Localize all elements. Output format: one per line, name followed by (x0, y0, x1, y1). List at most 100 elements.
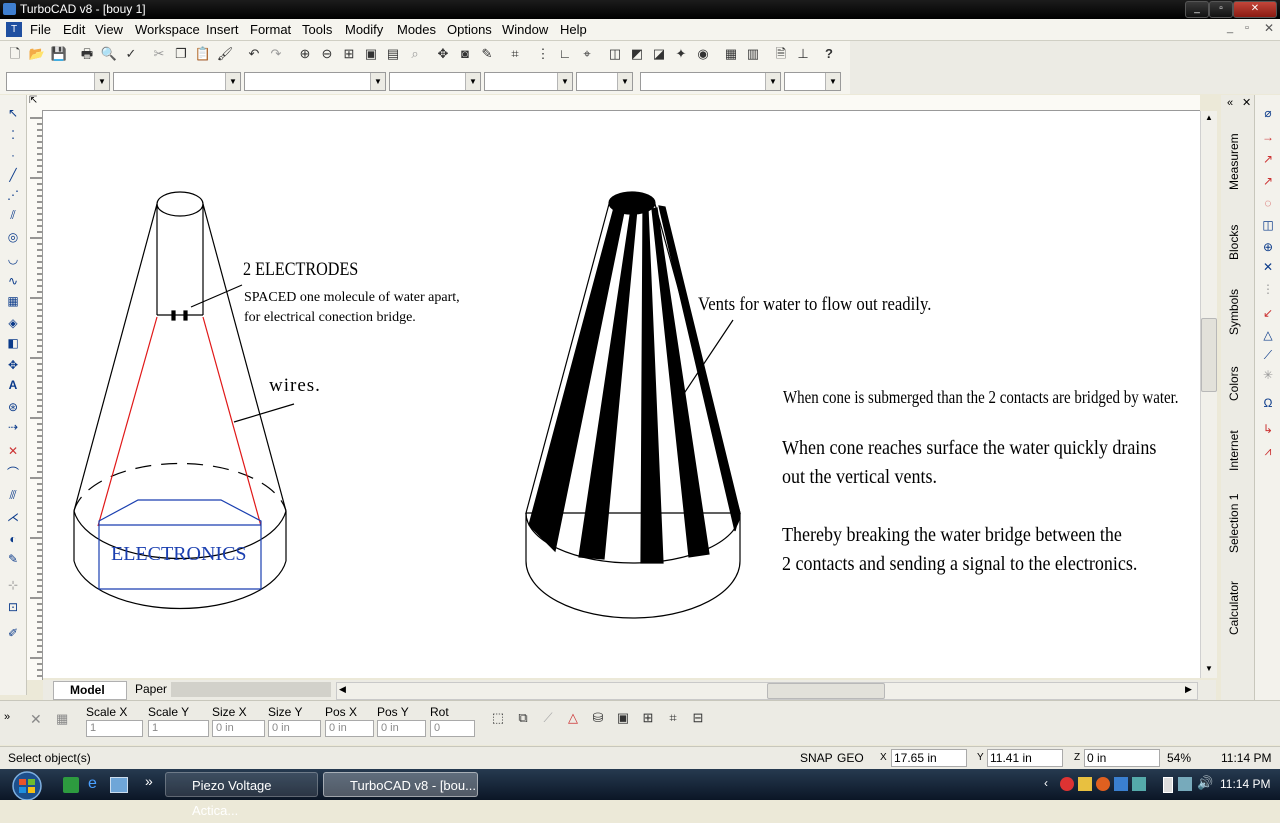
hatch-icon[interactable]: ▦ (5, 293, 21, 309)
snap-center-icon[interactable]: ◌ (1260, 195, 1276, 211)
point-icon[interactable]: ⁚ (5, 127, 21, 143)
snap-angle-icon[interactable]: △ (1260, 327, 1276, 343)
material-icon[interactable]: ◉ (694, 45, 712, 63)
format-painter-icon[interactable]: 🖌 (216, 45, 234, 63)
menu-workspace[interactable]: Workspace (135, 22, 200, 37)
block-icon[interactable]: ◈ (5, 315, 21, 331)
menu-file[interactable]: File (30, 22, 51, 37)
tab-model[interactable]: Model (53, 681, 127, 700)
ruler-origin-icon[interactable]: ⇱ (29, 95, 37, 106)
snap-icon[interactable]: ⌗ (506, 45, 524, 63)
tray-chevron-icon[interactable]: ‹ (1044, 776, 1048, 790)
menu-options[interactable]: Options (447, 22, 492, 37)
tray-network-icon[interactable] (1078, 777, 1092, 791)
snap-star-icon[interactable]: ✳ (1260, 367, 1276, 383)
view-3d-icon[interactable]: ◩ (628, 45, 646, 63)
menu-modes[interactable]: Modes (397, 22, 436, 37)
library-icon[interactable]: ▦ (722, 45, 740, 63)
dimension-icon[interactable]: ⇢ (5, 419, 21, 435)
page-icon[interactable]: 🗎 (772, 45, 790, 63)
taskbar-item-turbocad[interactable]: TurboCAD v8 - [bou... (323, 772, 478, 797)
show-desktop-icon[interactable] (110, 777, 128, 793)
tab-paper[interactable]: Paper (119, 681, 177, 698)
minimize-button[interactable]: _ (1185, 1, 1209, 18)
tab-calculator[interactable]: Calculator (1227, 565, 1247, 635)
paint-icon[interactable]: ✎ (5, 551, 21, 567)
measure-icon[interactable]: ⊹ (5, 577, 21, 593)
snap-quadrant-icon[interactable]: ⊕ (1260, 239, 1276, 255)
ucs-icon[interactable]: ⌖ (578, 45, 596, 63)
offset-icon[interactable]: ⫻ (5, 487, 21, 503)
spell-check-icon[interactable]: ✓ (122, 45, 140, 63)
snap-intersection-icon[interactable]: ✕ (1260, 259, 1276, 275)
mdi-restore-button[interactable]: ▫ (1245, 22, 1249, 34)
tray-update-icon[interactable] (1096, 777, 1110, 791)
render-icon[interactable]: ◪ (650, 45, 668, 63)
taskbar-clock[interactable]: 11:14 PM (1220, 777, 1270, 791)
dot-icon[interactable]: · (5, 147, 21, 163)
scroll-down-icon[interactable]: ▼ (1205, 664, 1213, 673)
zoom-extents-icon[interactable]: ⊞ (340, 45, 358, 63)
transform-icon[interactable]: ⌗ (664, 709, 682, 727)
color-select[interactable]: ▼ (113, 72, 241, 91)
snap-extension-icon[interactable]: ↳ (1260, 421, 1276, 437)
scroll-left-icon[interactable]: ◀ (339, 684, 346, 695)
snap-magnet-icon[interactable]: Ω (1260, 395, 1276, 411)
camera-icon[interactable]: ◙ (456, 45, 474, 63)
quick-launch-icon[interactable] (63, 777, 79, 793)
edit-tool-icon[interactable]: ✐ (5, 625, 21, 641)
explode-icon[interactable]: ◐ (5, 531, 21, 547)
trim-icon[interactable]: ✕ (5, 443, 21, 459)
move-icon[interactable]: ✥ (5, 357, 21, 373)
size-x-field[interactable]: 0 in (212, 720, 265, 737)
zoom-previous-icon[interactable]: ⌕ (406, 45, 424, 63)
symbol-icon[interactable]: ⊛ (5, 399, 21, 415)
line-style-select[interactable]: ▼ (244, 72, 386, 91)
undo-icon[interactable]: ↶ (245, 45, 263, 63)
tab-colors[interactable]: Colors (1227, 351, 1247, 401)
y-coordinate[interactable]: 11.41 in (987, 749, 1063, 767)
volume-icon[interactable]: 🔊 (1197, 775, 1213, 791)
pencil-icon[interactable]: ✎ (478, 45, 496, 63)
pos-y-field[interactable]: 0 in (377, 720, 426, 737)
menu-window[interactable]: Window (502, 22, 548, 37)
select-arrow-icon[interactable]: ↖ (5, 105, 21, 121)
geo-toggle[interactable]: GEO (837, 749, 864, 767)
group-icon[interactable]: ⧉ (514, 709, 532, 727)
grid-icon[interactable]: ⋮ (534, 45, 552, 63)
edit-nodes-icon[interactable]: ⬚ (489, 709, 507, 727)
help-icon[interactable]: ? (820, 45, 838, 63)
line-icon[interactable]: ╱ (5, 167, 21, 183)
more-icon[interactable]: » (145, 773, 153, 789)
copy-icon[interactable]: ❐ (172, 45, 190, 63)
document-icon[interactable]: T (6, 22, 22, 37)
tab-internet[interactable]: Internet (1227, 415, 1247, 471)
menu-modify[interactable]: Modify (345, 22, 383, 37)
snap-vertex-icon[interactable]: ⌀ (1260, 105, 1276, 121)
snap-perp-icon[interactable]: ↗ (1260, 173, 1276, 189)
close-button[interactable]: ✕ (1233, 1, 1277, 18)
layer-select[interactable]: ▼ (6, 72, 110, 91)
drawing-canvas[interactable]: 2 ELECTRODES SPACED one molecule of wate… (43, 111, 1200, 678)
open-icon[interactable]: 📂 (28, 45, 46, 63)
circle-icon[interactable]: ◎ (5, 229, 21, 245)
battery-icon[interactable] (1163, 777, 1173, 793)
curve-icon[interactable]: ∿ (5, 273, 21, 289)
arc-icon[interactable]: ◡ (5, 251, 21, 267)
snap-middle-icon[interactable]: → (1260, 129, 1276, 145)
align-icon[interactable]: ⊟ (689, 709, 707, 727)
zoom-page-icon[interactable]: ▤ (384, 45, 402, 63)
pos-x-field[interactable]: 0 in (325, 720, 374, 737)
menu-insert[interactable]: Insert (206, 22, 239, 37)
triangle-icon[interactable]: △ (564, 709, 582, 727)
rot-field[interactable]: 0 (430, 720, 475, 737)
vertical-scrollbar[interactable]: ▲ ▼ (1200, 111, 1217, 678)
expand-icon[interactable]: » (4, 711, 10, 723)
cut-icon[interactable]: ✂ (150, 45, 168, 63)
menu-format[interactable]: Format (250, 22, 291, 37)
vertical-scroll-thumb[interactable] (1201, 318, 1217, 392)
layers-icon[interactable]: ◫ (606, 45, 624, 63)
zoom-icon[interactable]: ⊡ (5, 599, 21, 615)
scroll-right-icon[interactable]: ▶ (1185, 684, 1192, 695)
mdi-close-button[interactable]: ✕ (1264, 21, 1274, 35)
